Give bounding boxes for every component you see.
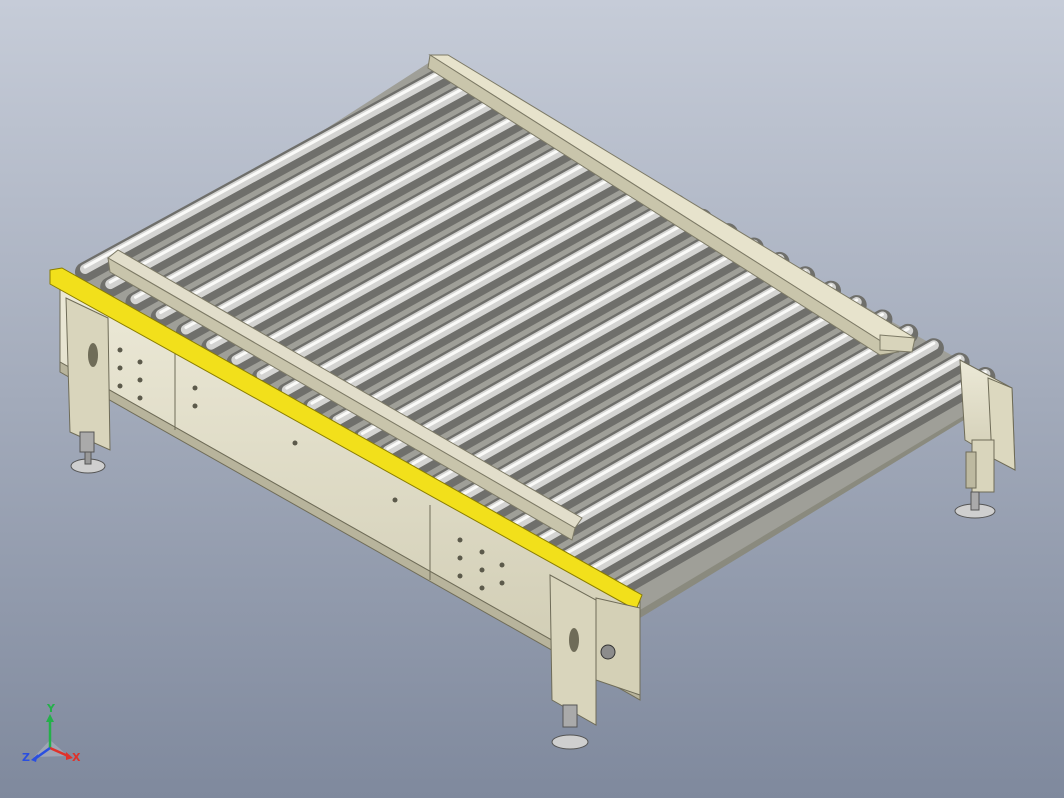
roller-conveyor-model[interactable]: Y X Z [0, 0, 1064, 798]
front-right-end-plate[interactable] [595, 597, 641, 696]
triad-z-label: Z [22, 751, 30, 764]
triad-y-label: Y [46, 702, 56, 715]
triad-x-label: X [72, 751, 81, 764]
cad-graphics-viewport[interactable]: Y X Z [0, 0, 1064, 798]
